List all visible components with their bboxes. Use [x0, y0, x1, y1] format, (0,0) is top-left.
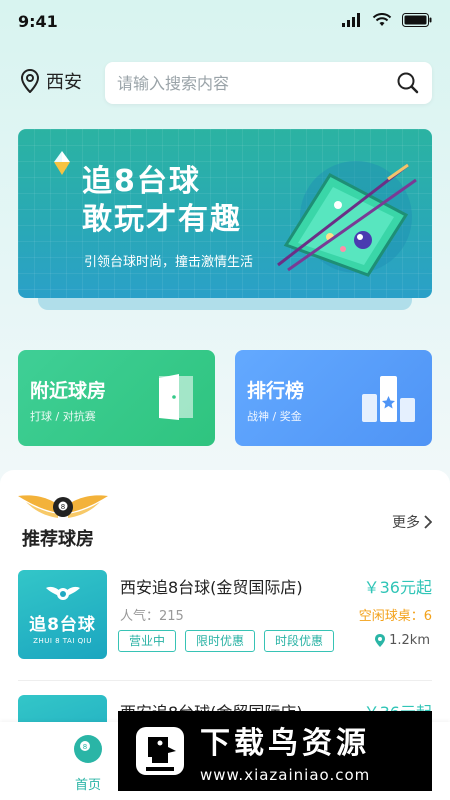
- list-divider: [18, 680, 432, 681]
- venue-free-tables: 空闲球桌：6: [358, 609, 432, 624]
- watermark-text: 下载鸟资源 www.xiazainiao.com: [200, 718, 370, 784]
- status-time: 9:41: [18, 12, 58, 31]
- banner-title-line1: 追8台球: [82, 164, 201, 199]
- nearby-venues-subtitle: 打球 / 对抗赛: [30, 410, 96, 423]
- venue-price: ￥36元起: [363, 578, 432, 597]
- venue-name: 西安追8台球(金贸国际店): [120, 578, 303, 597]
- more-label: 更多: [392, 515, 420, 531]
- door-icon: [159, 374, 193, 420]
- bird-logo-icon: [136, 727, 184, 775]
- venue-thumbnail: 追8台球 ZHUI 8 TAI QIU: [18, 570, 107, 659]
- venue-popularity: 人气：215: [120, 609, 184, 624]
- svg-text:8: 8: [61, 503, 65, 511]
- tab-home-label: 首页: [74, 778, 101, 793]
- billiard-table-illustration: [277, 161, 417, 277]
- location-pin-icon: [375, 634, 386, 647]
- venue-logo-name: 追8台球: [29, 615, 96, 635]
- more-link[interactable]: 更多: [392, 512, 432, 532]
- leaderboard-title: 排行榜: [247, 380, 305, 402]
- search-icon[interactable]: [396, 71, 420, 95]
- venue-logo-pinyin: ZHUI 8 TAI QIU: [33, 637, 92, 645]
- recommend-title: 推荐球房: [22, 529, 94, 550]
- search-input[interactable]: [117, 73, 387, 93]
- leaderboard-card[interactable]: 排行榜 战神 / 奖金: [235, 350, 432, 446]
- venue-distance-value: 1.2km: [389, 633, 430, 648]
- watermark-brand: 下载鸟资源: [200, 726, 370, 761]
- banner-title: 追8台球 敢玩才有趣: [82, 163, 242, 239]
- banner-subtitle: 引领台球时尚，撞击激情生活: [84, 255, 254, 270]
- location-pin-icon: [20, 69, 40, 93]
- wifi-icon: [372, 13, 392, 26]
- watermark-overlay: 下载鸟资源 www.xiazainiao.com: [118, 711, 432, 791]
- venue-list-item[interactable]: 追8台球 ZHUI 8 TAI QIU 西安追8台球(金贸国际店) ￥36元起 …: [18, 570, 432, 660]
- nearby-venues-title: 附近球房: [30, 380, 107, 402]
- svg-text:8: 8: [83, 743, 87, 751]
- podium-icon: [362, 376, 415, 422]
- signal-icon: [342, 13, 360, 27]
- tab-home[interactable]: 8 首页: [62, 734, 114, 793]
- home-8ball-icon: 8: [74, 735, 102, 763]
- venue-tag: 时段优惠: [264, 630, 335, 652]
- promo-banner[interactable]: 追8台球 敢玩才有趣 引领台球时尚，撞击激情生活: [18, 129, 432, 298]
- location-city: 西安: [46, 72, 82, 93]
- location-selector[interactable]: 西安: [20, 68, 82, 94]
- chevron-right-icon: [424, 515, 432, 529]
- leaderboard-subtitle: 战神 / 奖金: [247, 410, 302, 423]
- banner-title-line2: 敢玩才有趣: [82, 202, 242, 237]
- watermark-url: www.xiazainiao.com: [200, 766, 371, 784]
- venue-tag: 限时优惠: [185, 630, 256, 652]
- venue-tag: 营业中: [118, 630, 177, 652]
- nearby-venues-card[interactable]: 附近球房 打球 / 对抗赛: [18, 350, 215, 446]
- venue-distance: 1.2km: [375, 633, 430, 648]
- status-bar: 9:41: [0, 0, 450, 44]
- winged-8ball-icon: 8: [18, 495, 108, 518]
- diamond-icon: [54, 151, 70, 175]
- venue-tags: 营业中 限时优惠 时段优惠: [118, 630, 335, 652]
- search-box[interactable]: [105, 62, 432, 104]
- battery-icon: [402, 13, 432, 27]
- status-icons: [342, 13, 432, 27]
- 8ball-icon: [45, 586, 80, 600]
